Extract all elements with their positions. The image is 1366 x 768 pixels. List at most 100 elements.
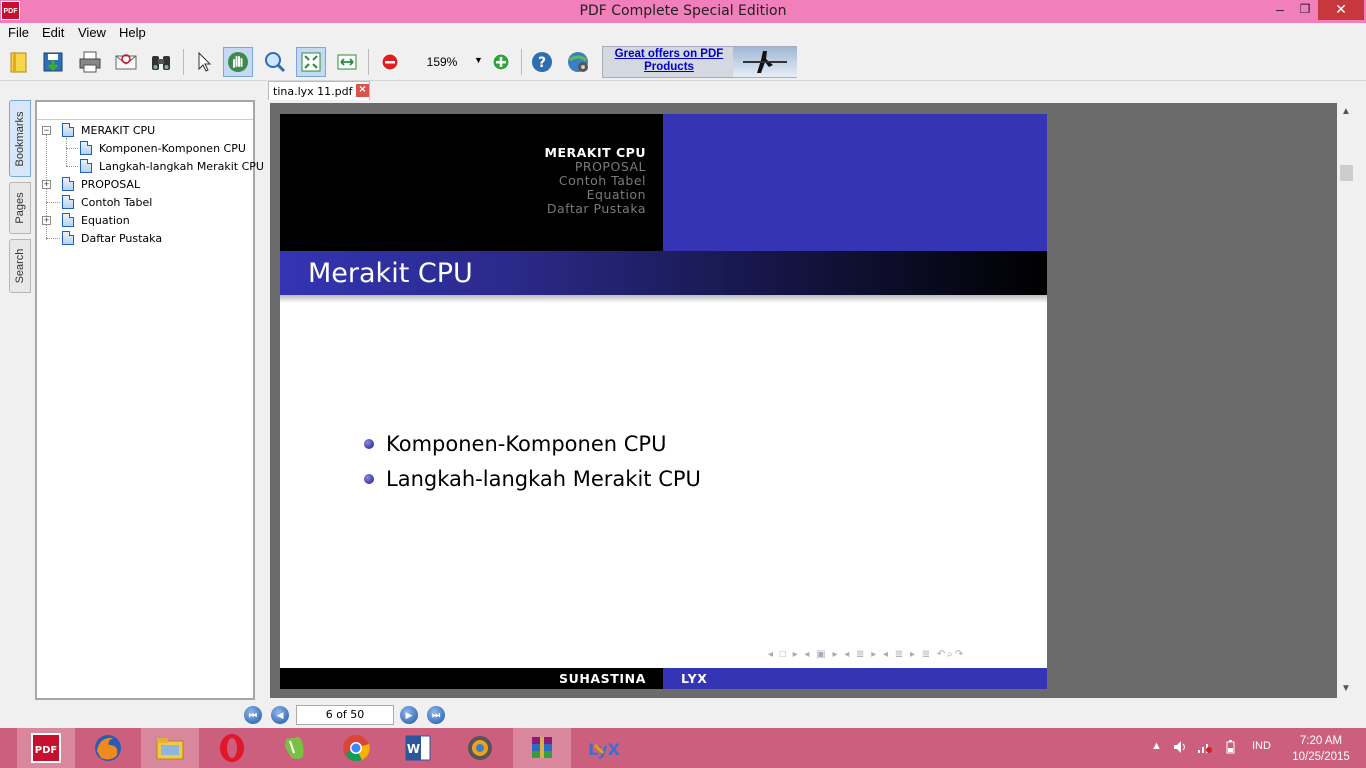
bookmark-page-icon xyxy=(62,231,74,245)
document-tab[interactable]: tina.lyx 11.pdf × xyxy=(268,81,370,100)
taskbar-opera[interactable] xyxy=(203,728,261,768)
title-bar: PDF PDF Complete Special Edition – ❐ ✕ xyxy=(0,0,1366,23)
bookmark-item-langkah[interactable]: Langkah-langkah Merakit CPU xyxy=(80,157,264,175)
clock[interactable]: 7:20 AM 10/25/2015 xyxy=(1282,733,1360,765)
web-update-icon[interactable] xyxy=(563,47,593,77)
zoom-magnifier-icon[interactable] xyxy=(260,47,290,77)
bookmark-page-icon xyxy=(62,195,74,209)
tab-pages[interactable]: Pages xyxy=(9,182,31,234)
menu-help[interactable]: Help xyxy=(119,25,146,40)
bookmark-label: Contoh Tabel xyxy=(81,195,153,209)
slide-footer-left: SUHASTINA xyxy=(280,668,663,689)
help-icon[interactable]: ? xyxy=(527,47,557,77)
menu-view[interactable]: View xyxy=(78,25,106,40)
zoom-out-icon[interactable] xyxy=(375,47,405,77)
expand-toggle[interactable]: + xyxy=(42,180,51,189)
side-tab-strip: Bookmarks Pages Search xyxy=(0,95,32,700)
menu-edit[interactable]: Edit xyxy=(42,25,64,40)
show-hidden-icons-icon[interactable]: ▲ xyxy=(1151,740,1162,752)
folder-icon xyxy=(156,738,184,760)
save-icon[interactable] xyxy=(38,47,68,77)
expand-toggle[interactable]: + xyxy=(42,216,51,225)
beamer-navigation-symbols: ◂ □ ▸ ◂ ▣ ▸ ◂ ≣ ▸ ◂ ≣ ▸ ≣ ↶⌕↷ xyxy=(768,649,966,660)
tab-bookmarks[interactable]: Bookmarks xyxy=(9,100,31,177)
slide-bullet-text: Langkah-langkah Merakit CPU xyxy=(386,467,701,491)
slide-nav-section: PROPOSAL xyxy=(574,159,646,174)
hand-tool-icon[interactable] xyxy=(223,47,253,77)
tab-search-label: Search xyxy=(14,248,26,284)
slide-frame-title-bar: Merakit CPU xyxy=(280,251,1047,295)
opera-icon xyxy=(220,734,244,762)
document-tab-label: tina.lyx 11.pdf xyxy=(273,85,353,98)
bookmark-item-equation[interactable]: Equation xyxy=(62,211,130,229)
ad-image xyxy=(733,47,797,77)
bookmark-page-icon xyxy=(80,141,92,155)
zoom-in-icon[interactable] xyxy=(486,47,516,77)
battery-icon[interactable] xyxy=(1226,740,1236,757)
scroll-thumb[interactable] xyxy=(1340,165,1353,181)
scroll-down-icon[interactable]: ▼ xyxy=(1341,683,1351,694)
print-icon[interactable] xyxy=(75,47,105,77)
taskbar-evernote[interactable] xyxy=(265,728,323,768)
scroll-up-icon[interactable]: ▲ xyxy=(1341,106,1351,117)
toolbar-separator xyxy=(368,49,369,75)
chrome-icon xyxy=(343,735,370,762)
slide-bullet: Langkah-langkah Merakit CPU xyxy=(364,467,701,491)
ad-banner[interactable]: Great offers on PDF Products xyxy=(602,46,797,78)
previous-page-icon[interactable]: ◀ xyxy=(271,706,289,724)
bookmark-item-komponen[interactable]: Komponen-Komponen CPU xyxy=(80,139,246,157)
minimize-button[interactable]: – xyxy=(1268,0,1292,20)
toolbar-separator xyxy=(183,49,184,75)
binoculars-icon[interactable] xyxy=(146,47,176,77)
taskbar-lyx[interactable]: LyX xyxy=(575,728,633,768)
taskbar-control-panel[interactable] xyxy=(451,728,509,768)
zoom-level-field[interactable]: 159% xyxy=(412,55,472,69)
bookmark-item-daftar-pustaka[interactable]: Daftar Pustaka xyxy=(62,229,162,247)
fit-width-icon[interactable] xyxy=(332,47,362,77)
bookmarks-panel-header xyxy=(37,102,253,120)
slide-nav-section: Daftar Pustaka xyxy=(546,201,646,216)
network-icon[interactable] xyxy=(1197,740,1213,757)
tree-line xyxy=(66,166,78,167)
volume-icon[interactable] xyxy=(1172,740,1188,757)
fit-page-icon[interactable] xyxy=(296,47,326,77)
maximize-button[interactable]: ❐ xyxy=(1293,0,1317,20)
last-page-icon[interactable]: ⏭ xyxy=(427,706,445,724)
tree-line xyxy=(66,148,78,149)
slide-bullet-text: Komponen-Komponen CPU xyxy=(386,432,667,456)
pdf-page: MERAKIT CPU PROPOSAL Contoh Tabel Equati… xyxy=(280,114,1047,689)
language-indicator[interactable]: IND xyxy=(1252,740,1271,752)
tab-search[interactable]: Search xyxy=(9,239,31,293)
bookmark-item-merakit-cpu[interactable]: MERAKIT CPU xyxy=(62,121,155,139)
taskbar-file-explorer[interactable] xyxy=(141,728,199,768)
bookmark-item-contoh-tabel[interactable]: Contoh Tabel xyxy=(62,193,152,211)
next-page-icon[interactable]: ▶ xyxy=(400,706,418,724)
vertical-scrollbar[interactable]: ▲ ▼ xyxy=(1338,103,1355,698)
menu-file[interactable]: File xyxy=(8,25,29,40)
svg-text:?: ? xyxy=(538,55,546,71)
taskbar-word[interactable]: W xyxy=(389,728,447,768)
taskbar-chrome[interactable] xyxy=(327,728,385,768)
page-number-field[interactable]: 6 of 50 xyxy=(296,705,394,725)
first-page-icon[interactable]: ⏮ xyxy=(244,706,262,724)
tree-line xyxy=(46,238,60,239)
close-tab-icon[interactable]: × xyxy=(356,84,369,97)
taskbar-firefox[interactable] xyxy=(79,728,137,768)
slide-nav-section: Equation xyxy=(586,187,646,202)
open-folder-icon[interactable] xyxy=(4,47,34,77)
taskbar-winrar[interactable] xyxy=(513,728,571,768)
zoom-dropdown-arrow-icon[interactable]: ▼ xyxy=(474,55,483,65)
bullet-icon xyxy=(364,474,374,484)
email-icon[interactable] xyxy=(111,47,141,77)
bookmark-label: Langkah-langkah Merakit CPU xyxy=(99,159,264,173)
ad-link[interactable]: Great offers on PDF Products xyxy=(607,48,731,74)
select-pointer-icon[interactable] xyxy=(188,47,218,77)
bookmark-label: PROPOSAL xyxy=(81,177,141,191)
slide-title-shadow xyxy=(280,295,1047,303)
bookmark-item-proposal[interactable]: PROPOSAL xyxy=(62,175,140,193)
bookmark-label: Daftar Pustaka xyxy=(81,231,163,245)
tree-line xyxy=(46,202,60,203)
collapse-toggle[interactable]: − xyxy=(42,126,51,135)
taskbar-pdf-complete[interactable]: PDF xyxy=(17,728,75,768)
close-button[interactable]: ✕ xyxy=(1318,0,1364,20)
